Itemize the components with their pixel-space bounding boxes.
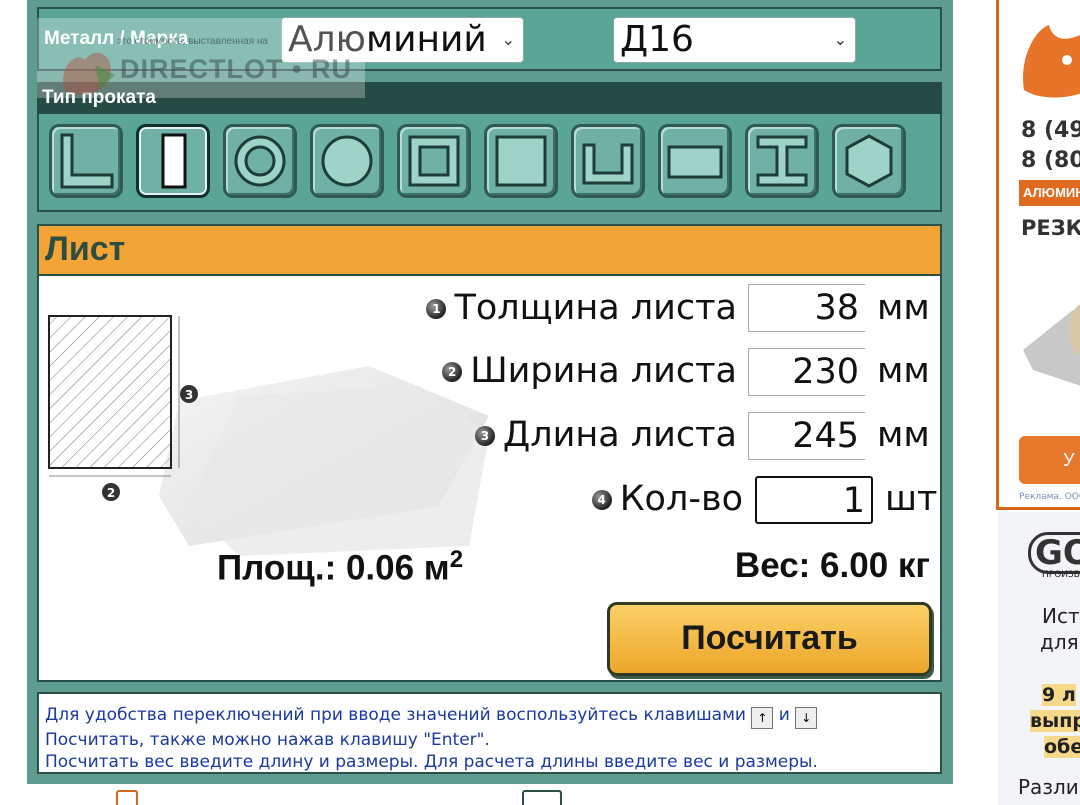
ad-phone-1: 8 (49 [1021,118,1080,143]
profile-type-label: Тип проката [42,87,156,108]
square-pipe-button[interactable] [397,124,471,198]
settings-link-icon[interactable] [522,790,562,805]
ad-banner-top[interactable]: 8 (49 8 (80 АЛЮМИНИ РЕЗК У Реклама. ООО [996,0,1080,510]
quantity-unit: шт [885,479,938,519]
thickness-unit: мм [877,288,930,328]
channel-button[interactable] [571,124,645,198]
ad2-line-3: Разли [1018,775,1079,799]
ad2-brand: GO [1028,532,1080,574]
round-bar-icon [321,135,373,187]
calculate-button[interactable]: Посчитать [607,602,932,676]
metal-select[interactable]: Алюминий ⌄ [281,17,524,63]
param-quantity-label: 4 Кол-во [591,479,743,519]
sheet-cross-section [48,315,172,469]
ad-cta-button[interactable]: У [1019,436,1080,484]
title-bar: Лист [39,226,940,276]
sheet-button[interactable] [136,124,210,198]
ad-line: РЕЗК [1021,216,1080,240]
ad2-sub: ПРОИЗВ [1042,570,1080,580]
metal-label: Металл / Марка [44,28,189,49]
i-beam-icon [756,135,808,187]
dim-label-height: 3 [185,388,193,402]
thickness-input[interactable]: 38 [748,284,865,332]
hint-line-1: Для удобства переключений при вводе знач… [45,704,934,729]
width-input[interactable]: 230 [748,348,865,396]
page-title: Лист [45,230,126,268]
profile-type-bar: Тип проката [37,82,942,114]
flat-bar-icon [667,145,723,179]
flat-bar-button[interactable] [658,124,732,198]
grade-select-value: Д16 [620,19,694,60]
dim-label-width: 2 [107,486,115,500]
param-length-label: 3 Длина листа [474,415,737,455]
ad-strip: АЛЮМИНИ [1019,180,1080,206]
calculator-panel: Металл / Марка Алюминий ⌄ Д16 ⌄ Тип прок… [27,0,953,784]
sheet-3d-front [189,386,489,556]
i-beam-button[interactable] [745,124,819,198]
quantity-input[interactable]: 1 [755,476,873,524]
ad2-highlight-3: обе [1044,736,1080,758]
ad2-highlight-1: 9 л [1042,684,1076,706]
metal-select-value: Алюминий [288,19,487,60]
ad2-line-2: для [1040,630,1079,654]
sheet-icon [161,133,187,189]
grade-select[interactable]: Д16 ⌄ [613,17,856,63]
ad-footer: Реклама. ООО [1019,492,1080,502]
arrow-up-key-icon: ↑ [751,707,774,729]
hint-line-2: Посчитать, также можно нажав клавишу "En… [45,730,490,750]
angle-icon [60,133,114,189]
weight-result: Вес: 6.00 кг [734,546,930,585]
round-bar-button[interactable] [310,124,384,198]
channel-icon [582,143,634,185]
sheet-calculator: Лист 3 2 1 Толщина листа 38 мм 2 Ширина … [37,224,942,682]
param-width-label: 2 Ширина листа [442,351,737,391]
area-result: Площ.: 0.06 м2 [217,546,464,588]
width-unit: мм [877,351,930,391]
hints-box: Для удобства переключений при вводе знач… [37,692,942,774]
length-input[interactable]: 245 [748,412,865,460]
square-bar-icon [495,135,547,187]
chevron-down-icon: ⌄ [501,30,515,49]
pipe-icon [234,135,286,187]
param-thickness-label: 1 Толщина листа [426,288,737,328]
arrow-down-key-icon: ↓ [795,707,818,729]
metal-row: Металл / Марка Алюминий ⌄ Д16 ⌄ [37,7,942,71]
chevron-down-icon: ⌄ [833,30,847,49]
hexagon-icon [845,134,893,188]
hint-line-3: Посчитать вес введите длину и размеры. Д… [45,752,818,772]
pipe-button[interactable] [223,124,297,198]
profile-shapes [37,114,942,212]
length-unit: мм [877,415,930,455]
ad2-highlight-2: выпр [1030,710,1080,732]
hexagon-button[interactable] [832,124,906,198]
angle-button[interactable] [49,124,123,198]
fox-logo-icon [1023,25,1080,98]
ad-phone-2: 8 (80 [1021,148,1080,173]
square-pipe-icon [408,135,460,187]
ad-banner-bottom[interactable]: GO ПРОИЗВ Ист для 9 л выпр обе Разли [998,512,1080,805]
square-bar-button[interactable] [484,124,558,198]
ad2-line-1: Ист [1042,604,1080,628]
calculator-link-icon[interactable] [116,790,138,805]
ad-product-image [1023,304,1080,386]
